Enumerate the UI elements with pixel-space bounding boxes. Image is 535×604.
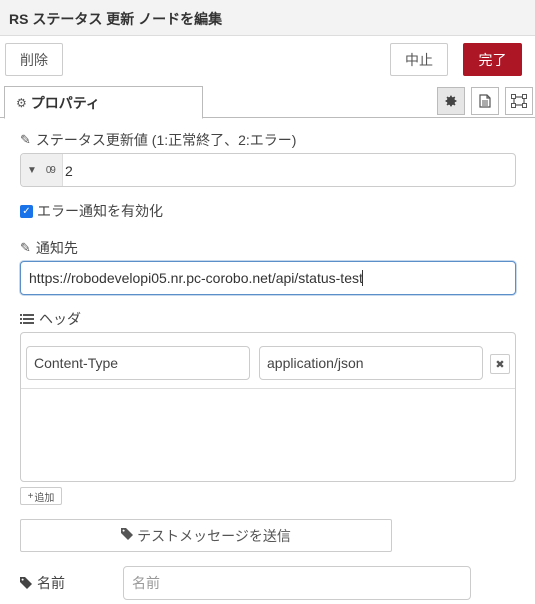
error-notify-label: エラー通知を有効化 <box>37 203 163 219</box>
cancel-button[interactable]: 中止 <box>390 43 448 76</box>
caret-down-icon: ▼ <box>27 164 37 176</box>
gear-icon <box>445 95 457 107</box>
tab-properties[interactable]: ⚙ プロパティ <box>4 86 203 119</box>
header-row: Content-Type application/json ✖ <box>21 333 515 389</box>
remove-header-button[interactable]: ✖ <box>490 354 510 374</box>
appearance-tab-button[interactable] <box>505 87 533 115</box>
close-icon: ✖ <box>495 358 505 371</box>
gear-icon: ⚙ <box>16 95 27 110</box>
settings-tab-button[interactable] <box>437 87 465 115</box>
dialog-titlebar: RS ステータス 更新 ノードを編集 <box>0 0 535 36</box>
description-tab-button[interactable] <box>471 87 499 115</box>
tab-bar: ⚙ プロパティ <box>0 86 535 119</box>
headers-label: ヘッダ <box>20 309 81 329</box>
notify-url-label: ✎ 通知先 <box>20 240 78 256</box>
delete-button[interactable]: 削除 <box>5 43 63 76</box>
done-button[interactable]: 完了 <box>463 43 522 76</box>
add-header-button[interactable]: + 追加 <box>20 487 62 505</box>
status-value-input[interactable]: ▼ 0 9 2 <box>20 153 516 187</box>
name-input[interactable]: 名前 <box>123 566 471 600</box>
frame-icon <box>511 94 527 108</box>
number-type-icon: 0 9 <box>45 164 56 176</box>
tag-icon <box>20 577 32 589</box>
status-value-label: ✎ ステータス更新値 (1:正常終了、2:エラー) <box>20 132 297 148</box>
send-test-message-button[interactable]: テストメッセージを送信 <box>20 519 392 552</box>
pencil-icon: ✎ <box>20 132 31 147</box>
type-selector[interactable]: ▼ 0 9 <box>21 154 63 186</box>
notify-url-value: https://robodevelopi05.nr.pc-corobo.net/… <box>29 270 363 286</box>
list-icon <box>20 313 34 325</box>
header-key-input[interactable]: Content-Type <box>26 346 250 380</box>
text-caret <box>361 270 363 286</box>
tab-properties-label: プロパティ <box>30 94 100 111</box>
notify-url-input[interactable]: https://robodevelopi05.nr.pc-corobo.net/… <box>20 261 516 295</box>
pencil-icon: ✎ <box>20 240 31 255</box>
header-value-input[interactable]: application/json <box>259 346 483 380</box>
name-label: 名前 <box>20 573 65 593</box>
error-notify-checkbox[interactable]: ✓ <box>20 204 33 218</box>
status-value-text: 2 <box>65 163 73 179</box>
name-placeholder: 名前 <box>132 575 160 591</box>
document-icon <box>479 94 491 108</box>
dialog-title: RS ステータス 更新 ノードを編集 <box>9 11 223 27</box>
error-notify-checkbox-row[interactable]: ✓ エラー通知を有効化 <box>20 201 163 221</box>
tag-icon <box>121 528 134 543</box>
headers-list: Content-Type application/json ✖ <box>20 332 516 482</box>
plus-icon: + <box>27 490 34 502</box>
